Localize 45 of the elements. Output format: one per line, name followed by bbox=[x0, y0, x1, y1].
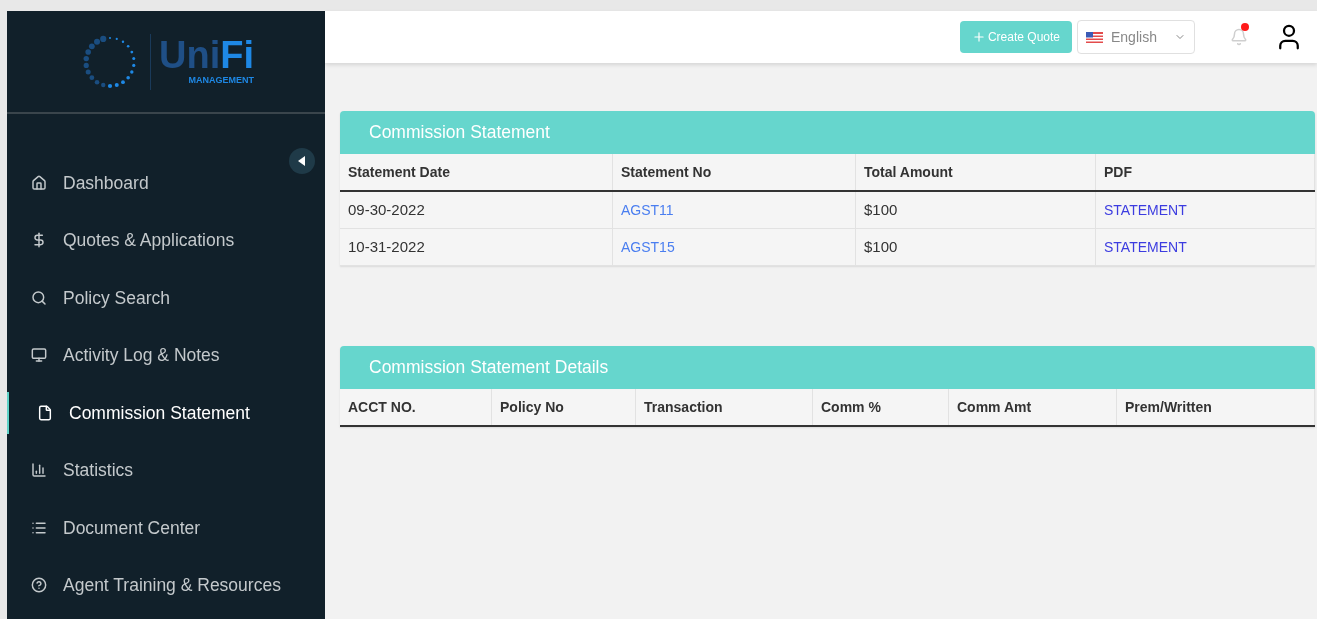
help-icon bbox=[31, 577, 47, 594]
sidebar-item[interactable]: Policy Search bbox=[7, 284, 170, 311]
column-header: Statement No bbox=[613, 154, 856, 190]
search-icon bbox=[31, 289, 47, 306]
caret-left-icon bbox=[298, 156, 306, 166]
plus-icon bbox=[971, 30, 986, 44]
column-header: PDF bbox=[1096, 154, 1315, 190]
language-dropdown[interactable]: English bbox=[1077, 20, 1195, 54]
monitor-icon bbox=[31, 347, 47, 364]
column-header: Total Amount bbox=[856, 154, 1096, 190]
panel-title: Commission Statement bbox=[369, 121, 550, 145]
table-cell: $100 bbox=[856, 229, 1096, 265]
home-icon bbox=[31, 174, 47, 191]
table-cell: $100 bbox=[856, 192, 1096, 228]
column-header: Prem/Written bbox=[1117, 389, 1315, 425]
column-header: Transaction bbox=[636, 389, 813, 425]
sidebar-item[interactable]: Statistics bbox=[7, 457, 134, 484]
sidebar-item[interactable]: Agent Training & Resources bbox=[7, 572, 281, 599]
logo-divider bbox=[150, 33, 151, 90]
logo-tagline: MANAGEMENT bbox=[188, 73, 254, 87]
sidebar-item[interactable]: Quotes & Applications bbox=[7, 227, 235, 254]
statement-number-link[interactable]: AGST11 bbox=[621, 199, 674, 221]
bar-chart-icon bbox=[31, 462, 47, 479]
pdf-link[interactable]: STATEMENT bbox=[1104, 236, 1187, 258]
logo-text: UniFi bbox=[159, 35, 254, 74]
bell-icon bbox=[1230, 28, 1248, 46]
sidebar-item[interactable]: Activity Log & Notes bbox=[7, 342, 220, 369]
column-header: ACCT NO. bbox=[340, 389, 492, 425]
dollar-icon bbox=[31, 232, 47, 249]
panel-title: Commission Statement Details bbox=[369, 356, 609, 380]
table-cell: 10-31-2022 bbox=[340, 229, 613, 265]
column-header: Statement Date bbox=[340, 154, 613, 190]
column-header: Comm Amt bbox=[949, 389, 1117, 425]
table-cell: 09-30-2022 bbox=[340, 192, 613, 228]
sidebar-item[interactable]: Document Center bbox=[7, 514, 201, 541]
statement-number-link[interactable]: AGST15 bbox=[621, 236, 675, 258]
file-icon bbox=[37, 404, 53, 421]
collapse-button[interactable] bbox=[289, 148, 315, 174]
column-header: Policy No bbox=[492, 389, 636, 425]
active-indicator bbox=[7, 392, 9, 434]
sidebar-item[interactable]: Commission Statement bbox=[7, 399, 250, 426]
sidebar-item[interactable]: Dashboard bbox=[7, 169, 149, 196]
pdf-link[interactable]: STATEMENT bbox=[1104, 199, 1187, 221]
column-header: Comm % bbox=[813, 389, 949, 425]
flag-icon bbox=[1086, 31, 1103, 43]
